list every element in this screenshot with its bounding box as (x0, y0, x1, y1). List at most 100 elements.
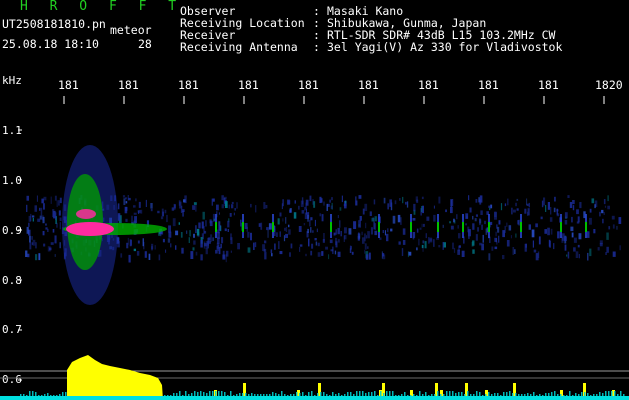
noise-speck (317, 242, 320, 247)
level-noise (584, 392, 586, 396)
noise-speck (438, 245, 441, 248)
noise-speck (579, 202, 582, 209)
noise-speck (465, 223, 467, 226)
level-noise (383, 393, 385, 396)
noise-speck (258, 223, 261, 227)
noise-speck (188, 237, 190, 243)
noise-speck (494, 211, 497, 218)
level-noise (335, 394, 337, 396)
noise-speck (433, 239, 435, 247)
level-noise (281, 391, 283, 396)
level-noise (329, 395, 331, 396)
noise-speck (468, 236, 470, 239)
noise-speck (300, 200, 304, 207)
noise-speck (290, 243, 293, 249)
noise-speck (344, 227, 347, 234)
level-noise (515, 393, 517, 396)
level-noise (416, 395, 418, 396)
noise-speck (133, 248, 136, 252)
noise-speck (282, 218, 284, 222)
noise-speck (603, 212, 605, 215)
level-noise (578, 394, 580, 396)
noise-speck (117, 213, 121, 221)
meteor-echo (62, 145, 167, 305)
noise-speck (281, 203, 283, 210)
noise-speck (231, 204, 234, 209)
noise-speck (212, 237, 214, 241)
noise-speck (181, 247, 184, 254)
level-noise (182, 395, 184, 396)
noise-speck (358, 220, 361, 228)
noise-speck (200, 254, 203, 261)
noise-speck (527, 208, 530, 216)
level-noise (482, 395, 484, 396)
noise-speck (162, 238, 165, 243)
noise-speck (54, 254, 56, 257)
noise-speck (480, 210, 483, 215)
noise-speck (170, 243, 172, 248)
noise-speck (607, 205, 610, 210)
noise-speck (364, 249, 366, 254)
noise-speck (572, 205, 575, 211)
noise-speck (508, 225, 512, 231)
level-noise (557, 394, 559, 396)
noise-speck (532, 240, 534, 248)
level-noise (533, 392, 535, 396)
level-noise (410, 395, 412, 396)
noise-speck (516, 198, 519, 201)
noise-speck (526, 198, 528, 206)
level-noise (452, 391, 454, 396)
noise-speck (335, 229, 337, 235)
noise-speck (406, 201, 409, 208)
noise-speck (168, 225, 171, 233)
noise-speck (611, 215, 615, 220)
noise-speck (599, 240, 603, 245)
level-noise (323, 392, 325, 396)
level-baseline (0, 396, 629, 400)
noise-speck (500, 203, 503, 211)
noise-speck (528, 224, 531, 230)
noise-speck (364, 203, 368, 211)
ping-core (272, 222, 274, 232)
noise-speck (571, 216, 573, 223)
level-noise (62, 392, 64, 396)
noise-speck (573, 237, 577, 243)
noise-speck (247, 247, 251, 253)
noise-speck (186, 230, 188, 234)
noise-speck (216, 204, 219, 211)
noise-speck (310, 227, 312, 233)
noise-speck (465, 216, 468, 219)
level-noise (53, 395, 55, 396)
noise-speck (130, 239, 132, 246)
level-noise (434, 394, 436, 396)
noise-speck (123, 198, 126, 205)
level-noise (593, 394, 595, 396)
ping-core (410, 222, 412, 232)
noise-speck (321, 251, 324, 256)
noise-speck (231, 201, 234, 204)
level-noise (227, 395, 229, 396)
noise-speck (222, 254, 226, 260)
noise-speck (515, 202, 517, 207)
noise-speck (279, 231, 281, 237)
noise-speck (341, 195, 343, 203)
level-noise (380, 391, 382, 396)
noise-speck (367, 231, 370, 239)
noise-speck (602, 218, 604, 224)
level-noise (545, 393, 547, 396)
noise-speck (42, 231, 45, 236)
noise-speck (405, 201, 407, 205)
noise-speck (452, 242, 454, 250)
level-noise (539, 394, 541, 396)
level-noise (377, 395, 379, 396)
noise-speck (263, 202, 266, 209)
level-noise (386, 391, 388, 396)
noise-speck (264, 252, 267, 260)
noise-speck (298, 226, 302, 232)
noise-speck (278, 241, 280, 249)
noise-speck (166, 214, 168, 223)
noise-speck (438, 196, 441, 204)
level-noise (317, 393, 319, 396)
noise-speck (230, 250, 232, 253)
noise-speck (53, 210, 56, 219)
